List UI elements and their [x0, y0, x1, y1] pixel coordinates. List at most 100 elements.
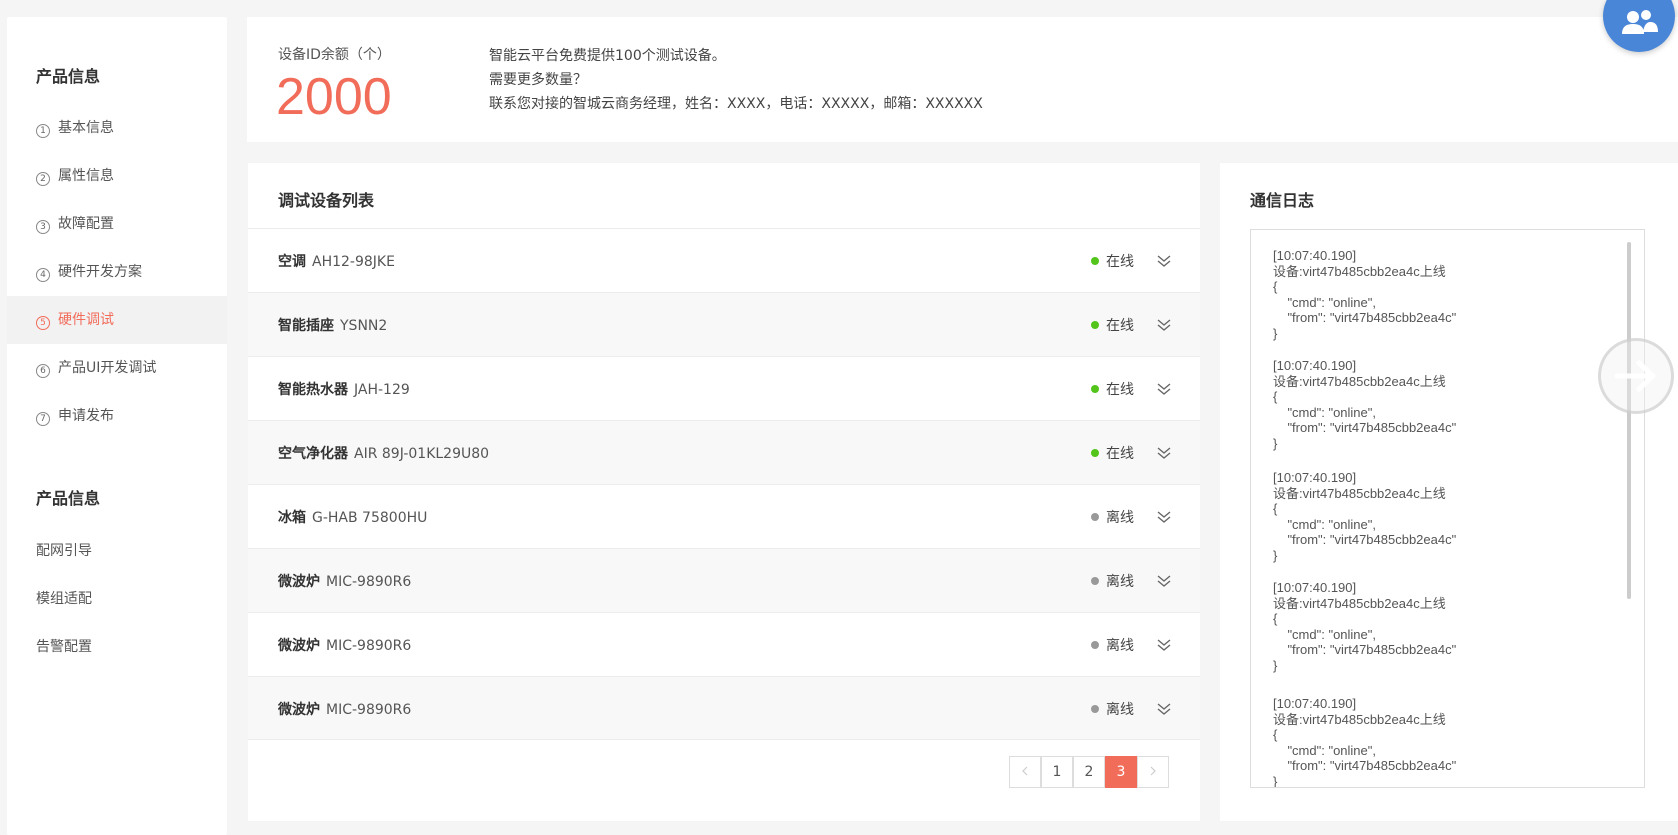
status-dot-icon — [1091, 641, 1099, 649]
status-dot-icon — [1091, 385, 1099, 393]
quota-label: 设备ID余额（个） — [278, 47, 391, 63]
next-arrow-button[interactable] — [1598, 338, 1674, 414]
sidebar-item-module-adapt[interactable]: 模组适配 — [7, 575, 227, 623]
device-name: 空气净化器 — [278, 446, 348, 462]
log-body: { "cmd": "online", "from": "virt47b485cb… — [1273, 389, 1457, 451]
device-name: 空调 — [278, 254, 306, 270]
device-status: 在线 — [1106, 318, 1134, 334]
sidebar-section-title: 产品信息 — [36, 489, 101, 508]
device-status: 离线 — [1106, 510, 1134, 526]
sidebar-item-alarm-config[interactable]: 告警配置 — [7, 623, 227, 671]
sidebar-item-basic-info[interactable]: 1 基本信息 — [7, 104, 227, 152]
sidebar-item-label: 配网引导 — [36, 543, 92, 559]
log-entry: [10:07:40.190] 设备:virt47b485cbb2ea4c上线 {… — [1273, 470, 1456, 563]
device-row[interactable]: 微波炉 MIC-9890R6 离线 — [248, 548, 1200, 612]
step-number-icon: 4 — [36, 268, 50, 282]
status-dot-icon — [1091, 321, 1099, 329]
log-time: [10:07:40.190] — [1273, 696, 1357, 711]
device-code: AIR 89J-01KL29U80 — [354, 446, 490, 462]
device-name: 智能热水器 — [278, 382, 348, 398]
device-code: MIC-9890R6 — [326, 574, 412, 590]
device-code: MIC-9890R6 — [326, 702, 412, 718]
sidebar-item-label: 产品UI开发调试 — [58, 360, 157, 376]
sidebar-item-hardware-plan[interactable]: 4 硬件开发方案 — [7, 248, 227, 296]
log-entry: [10:07:40.190] 设备:virt47b485cbb2ea4c上线 {… — [1273, 358, 1456, 451]
device-row[interactable]: 空气净化器 AIR 89J-01KL29U80 在线 — [248, 420, 1200, 484]
device-name: 微波炉 — [278, 638, 320, 654]
device-row[interactable]: 空调 AH12-98JKE 在线 — [248, 228, 1200, 292]
chevron-double-down-icon[interactable] — [1156, 381, 1172, 397]
log-message: 设备:virt47b485cbb2ea4c上线 — [1273, 263, 1446, 279]
device-name: 微波炉 — [278, 702, 320, 718]
log-message: 设备:virt47b485cbb2ea4c上线 — [1273, 711, 1446, 727]
log-title: 通信日志 — [1250, 191, 1315, 210]
device-row[interactable]: 智能插座 YSNN2 在线 — [248, 292, 1200, 356]
log-entry: [10:07:40.190] 设备:virt47b485cbb2ea4c上线 {… — [1273, 696, 1457, 788]
status-dot-icon — [1091, 257, 1099, 265]
log-time: [10:07:40.190] — [1273, 470, 1357, 485]
page-button-3[interactable]: 3 — [1105, 756, 1137, 788]
sidebar-item-label: 基本信息 — [58, 120, 114, 136]
device-status: 在线 — [1106, 254, 1134, 270]
log-scroll-area[interactable]: [10:07:40.190] 设备:virt47b485cbb2ea4c上线 {… — [1250, 229, 1645, 788]
chevron-double-down-icon[interactable] — [1156, 509, 1172, 525]
device-row[interactable]: 冰箱 G-HAB 75800HU 离线 — [248, 484, 1200, 548]
quota-info-line: 智能云平台免费提供100个测试设备。 — [489, 48, 726, 64]
log-body: { "cmd": "online", "from": "virt47b485cb… — [1273, 279, 1457, 341]
device-status: 离线 — [1106, 574, 1134, 590]
device-code: G-HAB 75800HU — [312, 510, 428, 526]
sidebar-item-fault-config[interactable]: 3 故障配置 — [7, 200, 227, 248]
chevron-double-down-icon[interactable] — [1156, 253, 1172, 269]
device-code: JAH-129 — [354, 382, 410, 398]
device-status: 离线 — [1106, 638, 1134, 654]
chevron-double-down-icon[interactable] — [1156, 573, 1172, 589]
device-code: AH12-98JKE — [312, 254, 395, 270]
device-row[interactable]: 微波炉 MIC-9890R6 离线 — [248, 612, 1200, 676]
log-time: [10:07:40.190] — [1273, 358, 1357, 373]
next-page-button[interactable] — [1137, 756, 1169, 788]
status-dot-icon — [1091, 705, 1099, 713]
sidebar-item-label: 硬件调试 — [58, 312, 114, 328]
log-body: { "cmd": "online", "from": "virt47b485cb… — [1273, 611, 1457, 673]
chevron-double-down-icon[interactable] — [1156, 701, 1172, 717]
page-button-1[interactable]: 1 — [1041, 756, 1073, 788]
device-status: 在线 — [1106, 382, 1134, 398]
device-status: 在线 — [1106, 446, 1134, 462]
log-message: 设备:virt47b485cbb2ea4c上线 — [1273, 373, 1446, 389]
sidebar-item-publish[interactable]: 7 申请发布 — [7, 392, 227, 440]
sidebar-item-label: 故障配置 — [58, 216, 114, 232]
device-code: YSNN2 — [340, 318, 388, 334]
sidebar-item-ui-debug[interactable]: 6 产品UI开发调试 — [7, 344, 227, 392]
scrollbar-thumb[interactable] — [1627, 242, 1631, 599]
page-button-2[interactable]: 2 — [1073, 756, 1105, 788]
status-dot-icon — [1091, 513, 1099, 521]
step-number-icon: 5 — [36, 316, 50, 330]
chevron-double-down-icon[interactable] — [1156, 317, 1172, 333]
log-body: { "cmd": "online", "from": "virt47b485cb… — [1273, 727, 1457, 788]
step-number-icon: 1 — [36, 124, 50, 138]
sidebar-item-label: 硬件开发方案 — [58, 264, 142, 280]
quota-panel: 设备ID余额（个） 2000 智能云平台免费提供100个测试设备。 需要更多数量… — [247, 17, 1678, 142]
device-row[interactable]: 智能热水器 JAH-129 在线 — [248, 356, 1200, 420]
log-time: [10:07:40.190] — [1273, 248, 1357, 263]
sidebar-item-label: 告警配置 — [36, 639, 92, 655]
quota-value: 2000 — [276, 68, 392, 126]
log-body: { "cmd": "online", "from": "virt47b485cb… — [1273, 501, 1457, 563]
log-entry: [10:07:40.190] 设备:virt47b485cbb2ea4c上线 {… — [1273, 248, 1456, 341]
sidebar-item-label: 模组适配 — [36, 591, 92, 607]
prev-page-button[interactable] — [1009, 756, 1041, 788]
device-name: 冰箱 — [278, 510, 306, 526]
step-number-icon: 3 — [36, 220, 50, 234]
device-status: 离线 — [1106, 702, 1134, 718]
users-button[interactable] — [1603, 0, 1675, 52]
sidebar-item-network-guide[interactable]: 配网引导 — [7, 527, 227, 575]
chevron-double-down-icon[interactable] — [1156, 637, 1172, 653]
quota-info-line: 需要更多数量？ — [489, 72, 587, 88]
step-number-icon: 2 — [36, 172, 50, 186]
chevron-right-icon — [1150, 766, 1156, 776]
device-row[interactable]: 微波炉 MIC-9890R6 离线 — [248, 676, 1200, 740]
chevron-double-down-icon[interactable] — [1156, 445, 1172, 461]
sidebar-item-hardware-debug[interactable]: 5 硬件调试 — [7, 296, 227, 344]
sidebar-item-attribute-info[interactable]: 2 属性信息 — [7, 152, 227, 200]
sidebar-section-title: 产品信息 — [36, 67, 101, 86]
